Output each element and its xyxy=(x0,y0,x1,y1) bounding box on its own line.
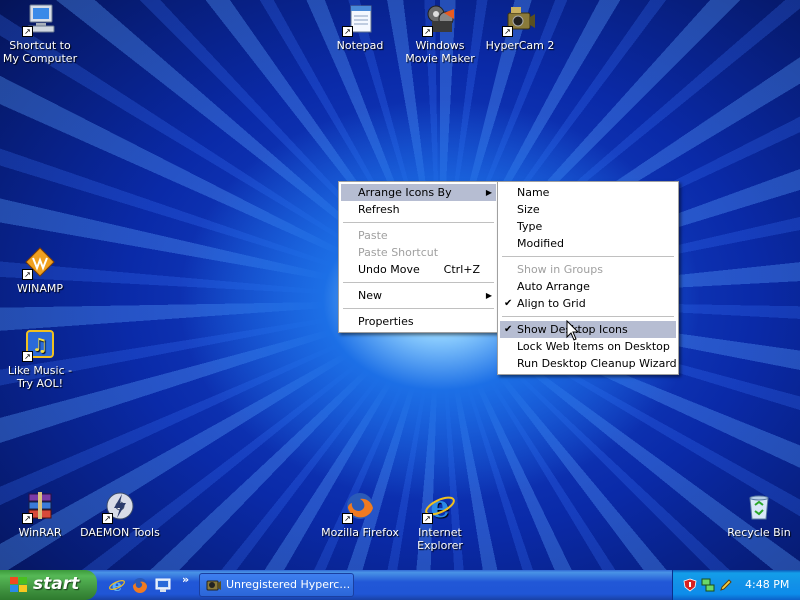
internet-explorer-icon[interactable]: e xyxy=(109,576,125,595)
submenu-item-show-in-groups[interactable]: Show in Groups xyxy=(500,261,676,278)
checkmark-icon: ✔ xyxy=(504,324,513,335)
desktop-icon-recycle-bin[interactable]: Recycle Bin xyxy=(719,490,799,539)
menu-separator xyxy=(343,222,494,223)
shortcut-arrow-icon: ↗ xyxy=(502,26,513,37)
mouse-cursor-icon xyxy=(566,319,580,342)
submenu-item-type[interactable]: Type xyxy=(500,218,676,235)
menu-separator xyxy=(502,316,674,317)
shortcut-arrow-icon: ↗ xyxy=(22,26,33,37)
menu-item-new[interactable]: New ▶ xyxy=(341,287,496,304)
taskbar-button-label: Unregistered Hyperc… xyxy=(226,578,351,591)
submenu-item-auto-arrange[interactable]: Auto Arrange xyxy=(500,278,676,295)
checkmark-icon: ✔ xyxy=(504,298,513,309)
desktop-icon-label: HyperCam 2 xyxy=(485,39,555,52)
menu-item-properties[interactable]: Properties xyxy=(341,313,496,330)
shortcut-arrow-icon: ↗ xyxy=(22,351,33,362)
system-clock[interactable]: 4:48 PM xyxy=(745,570,789,600)
winamp-icon: ↗ xyxy=(22,246,56,280)
submenu-arrow-icon: ▶ xyxy=(485,188,492,197)
taskbar-button-hypercam[interactable]: Unregistered Hyperc… xyxy=(199,573,354,597)
desktop-icon-notepad[interactable]: ↗ Notepad xyxy=(320,3,400,52)
arrange-icons-submenu: Name Size Type Modified Show in Groups A… xyxy=(497,181,679,375)
my-computer-icon: ↗ xyxy=(22,3,56,37)
desktop-icon-aol-music[interactable]: ♫ ↗ Like Music - Try AOL! xyxy=(0,328,80,390)
winrar-icon: ↗ xyxy=(22,490,56,524)
desktop-icon-label: Shortcut to My Computer xyxy=(2,39,78,65)
hypercam-icon xyxy=(206,578,222,592)
menu-item-paste[interactable]: Paste xyxy=(341,227,496,244)
desktop-icon-label: DAEMON Tools xyxy=(80,526,160,539)
firefox-icon[interactable] xyxy=(132,577,148,593)
shortcut-arrow-icon: ↗ xyxy=(422,26,433,37)
svg-text:♫: ♫ xyxy=(32,335,48,356)
movie-maker-icon: ↗ xyxy=(422,3,456,37)
menu-item-paste-shortcut[interactable]: Paste Shortcut xyxy=(341,244,496,261)
desktop-icon-label: WINAMP xyxy=(17,282,63,295)
desktop-icon-label: Windows Movie Maker xyxy=(405,39,475,65)
desktop-icon-movie-maker[interactable]: ↗ Windows Movie Maker xyxy=(400,3,480,65)
desktop-context-menu: Arrange Icons By ▶ Refresh Paste Paste S… xyxy=(338,181,499,333)
menu-separator xyxy=(343,282,494,283)
network-icon[interactable] xyxy=(701,578,715,592)
shortcut-arrow-icon: ↗ xyxy=(102,513,113,524)
desktop-icon-my-computer[interactable]: ↗ Shortcut to My Computer xyxy=(0,3,80,65)
submenu-item-size[interactable]: Size xyxy=(500,201,676,218)
shortcut-arrow-icon: ↗ xyxy=(342,26,353,37)
desktop-icon-daemon-tools[interactable]: ↗ DAEMON Tools xyxy=(80,490,160,539)
shortcut-arrow-icon: ↗ xyxy=(22,269,33,280)
desktop-icon-hypercam[interactable]: ↗ HyperCam 2 xyxy=(480,3,560,52)
quick-launch-chevron[interactable]: » xyxy=(182,573,189,586)
menu-item-undo-move[interactable]: Undo Move Ctrl+Z xyxy=(341,261,496,278)
windows-logo-icon xyxy=(10,577,28,593)
desktop-icon-label: WinRAR xyxy=(18,526,62,539)
start-label: start xyxy=(33,574,80,594)
shortcut-arrow-icon: ↗ xyxy=(422,513,433,524)
pencil-icon[interactable] xyxy=(719,578,733,592)
submenu-item-desktop-cleanup-wizard[interactable]: Run Desktop Cleanup Wizard xyxy=(500,355,677,372)
menu-item-arrange-icons-by[interactable]: Arrange Icons By ▶ xyxy=(341,184,496,201)
desktop-icon-label: Like Music - Try AOL! xyxy=(7,364,73,390)
submenu-item-modified[interactable]: Modified xyxy=(500,235,676,252)
shortcut-arrow-icon: ↗ xyxy=(342,513,353,524)
recycle-bin-icon xyxy=(743,490,775,522)
firefox-icon: ↗ xyxy=(342,490,376,524)
desktop-icon-winrar[interactable]: ↗ WinRAR xyxy=(0,490,80,539)
menu-item-refresh[interactable]: Refresh xyxy=(341,201,496,218)
submenu-item-align-to-grid[interactable]: ✔ Align to Grid xyxy=(500,295,676,312)
internet-explorer-icon: e ↗ xyxy=(422,490,456,525)
desktop-icon[interactable] xyxy=(155,577,171,593)
desktop-icon-label: Mozilla Firefox xyxy=(321,526,399,539)
submenu-item-lock-web-items[interactable]: Lock Web Items on Desktop xyxy=(500,338,676,355)
taskbar: start e » Unregistered Hyperc… 4:48 PM xyxy=(0,570,800,600)
security-shield-icon[interactable] xyxy=(683,578,697,592)
hypercam-icon: ↗ xyxy=(502,3,536,37)
desktop-icon-label: Notepad xyxy=(336,39,384,52)
desktop-icon-label: Internet Explorer xyxy=(417,526,463,552)
daemon-tools-icon: ↗ xyxy=(102,490,136,524)
menu-separator xyxy=(343,308,494,309)
shortcut-arrow-icon: ↗ xyxy=(22,513,33,524)
submenu-item-show-desktop-icons[interactable]: ✔ Show Desktop Icons xyxy=(500,321,676,338)
desktop-icon-winamp[interactable]: ↗ WINAMP xyxy=(0,246,80,295)
aol-music-icon: ♫ ↗ xyxy=(22,328,56,362)
desktop-icon-firefox[interactable]: ↗ Mozilla Firefox xyxy=(320,490,400,539)
notepad-icon: ↗ xyxy=(342,3,376,37)
svg-text:e: e xyxy=(430,490,449,522)
desktop-icon-internet-explorer[interactable]: e ↗ Internet Explorer xyxy=(400,490,480,552)
system-tray: 4:48 PM xyxy=(672,570,800,600)
submenu-item-name[interactable]: Name xyxy=(500,184,676,201)
menu-shortcut-text: Ctrl+Z xyxy=(443,263,480,276)
submenu-arrow-icon: ▶ xyxy=(485,291,492,300)
start-button[interactable]: start xyxy=(0,570,97,600)
menu-separator xyxy=(502,256,674,257)
svg-text:e: e xyxy=(112,577,122,593)
desktop-icon-label: Recycle Bin xyxy=(727,526,791,539)
